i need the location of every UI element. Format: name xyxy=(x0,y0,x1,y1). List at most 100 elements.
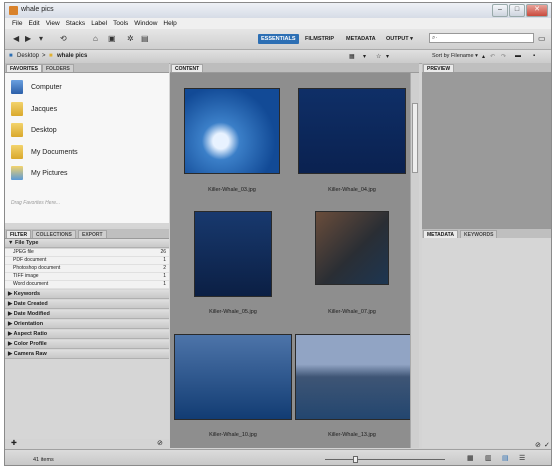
slider-knob[interactable] xyxy=(353,456,358,463)
filter-aspect-ratio-header[interactable]: ▶ Aspect Ratio xyxy=(5,330,169,339)
favorite-computer[interactable]: Computer xyxy=(11,78,62,96)
filter-date-created-header[interactable]: ▶ Date Created xyxy=(5,300,169,309)
workspace-output[interactable]: OUTPUT ▾ xyxy=(383,34,416,44)
tab-folders[interactable]: FOLDERS xyxy=(42,64,74,72)
clear-filter-icon[interactable]: ⊘ xyxy=(157,439,163,449)
recent-dropdown-icon[interactable]: ▾ xyxy=(39,34,43,43)
filter-row[interactable]: PDF document 1 xyxy=(5,257,169,265)
thumbnail-image[interactable] xyxy=(315,211,389,285)
favorite-desktop[interactable]: Desktop xyxy=(11,121,57,139)
favorite-my-documents[interactable]: My Documents xyxy=(11,143,78,161)
view-thumbnails-icon[interactable]: ▥ xyxy=(485,454,492,462)
favorite-label: Desktop xyxy=(31,126,57,134)
tab-collections[interactable]: COLLECTIONS xyxy=(32,230,76,238)
filter-row-label: Photoshop document xyxy=(13,265,61,271)
grid-lock-icon[interactable]: ▦ xyxy=(467,454,474,462)
breadcrumb-chevron-icon: > xyxy=(42,53,46,59)
filter-file-type-header[interactable]: ▼ File Type xyxy=(5,239,169,248)
metadata-panel xyxy=(422,238,551,448)
menu-window[interactable]: Window xyxy=(132,18,161,29)
view-details-icon[interactable]: ▤ xyxy=(502,454,509,462)
favorite-jacques[interactable]: Jacques xyxy=(11,100,57,118)
filter-date-modified-header[interactable]: ▶ Date Modified xyxy=(5,310,169,319)
desktop-icon: ■ xyxy=(9,53,13,59)
tab-content[interactable]: CONTENT xyxy=(171,64,204,72)
menu-bar: File Edit View Stacks Label Tools Window… xyxy=(5,18,551,29)
workspace-essentials[interactable]: ESSENTIALS xyxy=(258,34,299,44)
rotate-right-icon[interactable]: ↷ xyxy=(501,53,506,60)
favorite-label: Computer xyxy=(31,83,62,91)
forward-arrow-icon[interactable]: ▶ xyxy=(25,34,31,43)
filter-keywords-header[interactable]: ▶ Keywords xyxy=(5,290,169,299)
view-dropdown-icon[interactable]: ▾ xyxy=(363,53,366,60)
drag-favorites-hint: Drag Favorites Here... xyxy=(11,200,61,206)
documents-folder-icon xyxy=(11,145,23,159)
checkmark-icon[interactable]: ✓ xyxy=(544,441,550,449)
rotate-left-icon[interactable]: ↶ xyxy=(490,53,495,60)
refine-icon[interactable]: ▣ xyxy=(108,34,116,43)
filter-color-profile-header[interactable]: ▶ Color Profile xyxy=(5,340,169,349)
item-count: 41 items xyxy=(33,457,54,463)
menu-edit[interactable]: Edit xyxy=(26,18,43,29)
back-arrow-icon[interactable]: ◀ xyxy=(13,34,19,43)
filter-camera-raw-header[interactable]: ▶ Camera Raw xyxy=(5,350,169,359)
sort-ascending-icon[interactable]: ▴ xyxy=(482,53,485,60)
menu-stacks[interactable]: Stacks xyxy=(64,18,90,29)
maximize-button[interactable]: □ xyxy=(509,4,525,17)
filter-row-label: TIFF image xyxy=(13,273,39,279)
filter-row[interactable]: JPEG file 26 xyxy=(5,249,169,257)
thumbnail-image[interactable] xyxy=(184,88,280,174)
favorites-list: Computer Jacques Desktop My Documents My… xyxy=(5,73,169,223)
thumbnail-image[interactable] xyxy=(295,334,411,420)
camera-import-icon[interactable]: ⌂ xyxy=(93,34,98,43)
view-list-icon[interactable]: ☰ xyxy=(519,454,525,462)
compact-mode-icon[interactable]: ▭ xyxy=(538,34,546,43)
filter-row[interactable]: Photoshop document 2 xyxy=(5,265,169,273)
favorite-my-pictures[interactable]: My Pictures xyxy=(11,164,68,182)
pictures-folder-icon xyxy=(11,166,23,180)
computer-icon xyxy=(11,80,23,94)
workspace-filmstrip[interactable]: FILMSTRIP xyxy=(302,34,337,44)
cancel-icon[interactable]: ⊘ xyxy=(535,441,541,449)
search-input[interactable]: ⌕· xyxy=(429,33,534,43)
menu-view[interactable]: View xyxy=(44,18,64,29)
filter-row[interactable]: TIFF image 1 xyxy=(5,273,169,281)
open-camera-raw-icon[interactable]: ✲ xyxy=(127,34,134,43)
new-folder-icon[interactable]: ▬ xyxy=(515,53,521,59)
menu-file[interactable]: File xyxy=(10,18,26,29)
tab-favorites[interactable]: FAVORITES xyxy=(6,64,42,72)
rating-filter-icon[interactable]: ☆ xyxy=(376,53,381,60)
tab-preview[interactable]: PREVIEW xyxy=(423,64,455,72)
menu-label[interactable]: Label xyxy=(89,18,111,29)
thumbnail-size-slider[interactable] xyxy=(325,456,445,463)
output-icon[interactable]: ▤ xyxy=(141,34,149,43)
content-scrollbar[interactable] xyxy=(410,73,419,448)
trash-icon[interactable]: ▪ xyxy=(533,53,535,59)
thumbnail-image[interactable] xyxy=(298,88,406,174)
tab-filter[interactable]: FILTER xyxy=(6,230,32,238)
thumbnail-image[interactable] xyxy=(194,211,272,297)
filter-dropdown-icon[interactable]: ▾ xyxy=(386,53,389,60)
close-button[interactable]: ✕ xyxy=(526,4,548,17)
content-panel: CONTENT Killer-Whale_03.jpg Killer-Whale… xyxy=(170,63,419,448)
status-bar: 41 items ▦ ▥ ▤ ☰ ⊘ ✓ xyxy=(5,442,551,465)
workspace-metadata[interactable]: METADATA xyxy=(343,34,379,44)
breadcrumb-whale-pics[interactable]: whale pics xyxy=(57,53,87,59)
filter-orientation-header[interactable]: ▶ Orientation xyxy=(5,320,169,329)
reveal-recent-icon[interactable]: ⟲ xyxy=(60,34,67,43)
scrollbar-thumb[interactable] xyxy=(412,103,418,173)
menu-help[interactable]: Help xyxy=(161,18,180,29)
view-options-icon[interactable]: ▦ xyxy=(349,53,355,60)
tab-export[interactable]: EXPORT xyxy=(78,230,107,238)
filter-row-count: 1 xyxy=(163,257,166,263)
pin-icon[interactable]: ✚ xyxy=(11,439,17,449)
thumbnail-image[interactable] xyxy=(174,334,292,420)
filter-panel: FILTER COLLECTIONS EXPORT ▼ File Type JP… xyxy=(5,229,169,439)
menu-tools[interactable]: Tools xyxy=(111,18,132,29)
breadcrumb-desktop[interactable]: Desktop xyxy=(17,53,39,59)
sort-by-dropdown[interactable]: Sort by Filename ▾ xyxy=(432,53,478,59)
minimize-button[interactable]: – xyxy=(492,4,508,17)
tab-keywords[interactable]: KEYWORDS xyxy=(460,230,498,238)
filter-row[interactable]: Word document 1 xyxy=(5,281,169,289)
tab-metadata[interactable]: METADATA xyxy=(423,230,458,238)
